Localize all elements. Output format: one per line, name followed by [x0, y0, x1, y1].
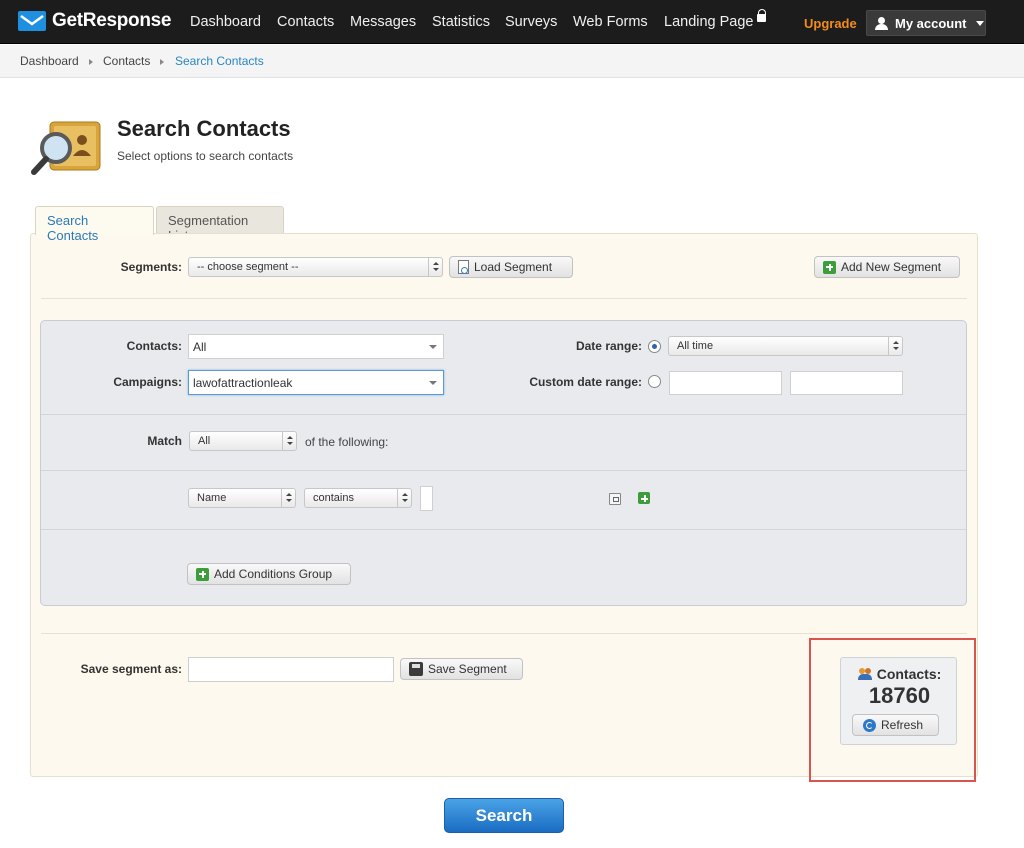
breadcrumb-separator-icon [89, 59, 93, 65]
select-arrows-icon [281, 489, 295, 507]
save-segment-button[interactable]: Save Segment [400, 658, 523, 680]
contacts-filter-label: Contacts: [126, 339, 182, 353]
condition-value-input[interactable] [420, 486, 433, 511]
chevron-down-icon [429, 381, 437, 385]
my-account-label: My account [895, 15, 967, 31]
match-suffix-text: of the following: [305, 435, 389, 449]
date-range-label: Date range: [575, 339, 642, 353]
floppy-disk-icon [409, 662, 423, 676]
breadcrumb: Dashboard Contacts Search Contacts [0, 45, 1024, 78]
contacts-count-header: Contacts: [841, 666, 958, 682]
add-new-segment-button[interactable]: Add New Segment [814, 256, 960, 278]
save-segment-label: Save segment as: [80, 662, 182, 676]
match-select[interactable]: All [189, 431, 297, 451]
page-subtitle: Select options to search contacts [117, 149, 294, 163]
contacts-people-icon [857, 667, 874, 681]
date-from-input[interactable] [669, 371, 782, 395]
contacts-count-label: Contacts: [876, 666, 942, 682]
plus-icon [196, 567, 209, 581]
breadcrumb-separator-icon [160, 59, 164, 65]
nav-landing-page[interactable]: Landing Page [664, 9, 766, 30]
breadcrumb-contacts[interactable]: Contacts [103, 54, 150, 68]
date-range-value: All time [677, 340, 714, 352]
tab-search-contacts[interactable]: Search Contacts [35, 206, 154, 243]
search-button[interactable]: Search [444, 798, 564, 833]
nav-landing-page-label: Landing Page [664, 14, 754, 30]
campaigns-combo[interactable]: lawofattractionleak [188, 370, 444, 395]
add-condition-plus-icon[interactable] [638, 492, 650, 504]
breadcrumb-dashboard[interactable]: Dashboard [20, 54, 79, 68]
date-to-input[interactable] [790, 371, 903, 395]
nav-messages[interactable]: Messages [350, 14, 416, 30]
save-segment-name-input[interactable] [188, 657, 394, 682]
match-label: Match [147, 434, 182, 448]
refresh-icon [863, 718, 876, 732]
user-icon [875, 16, 888, 30]
add-new-segment-label: Add New Segment [841, 260, 942, 274]
segment-select[interactable]: -- choose segment -- [188, 257, 443, 277]
lock-icon [756, 9, 766, 22]
campaigns-label: Campaigns: [113, 375, 182, 389]
chevron-down-icon [429, 345, 437, 349]
nav-statistics[interactable]: Statistics [432, 14, 490, 30]
address-book-search-icon [31, 121, 101, 175]
load-segment-button[interactable]: Load Segment [449, 256, 573, 278]
select-arrows-icon [888, 337, 902, 355]
match-value: All [198, 435, 211, 447]
nav-dashboard[interactable]: Dashboard [190, 14, 261, 30]
contacts-filter-value: All [193, 340, 207, 354]
chevron-down-icon [975, 20, 984, 26]
upgrade-link[interactable]: Upgrade [804, 16, 857, 31]
date-range-radio[interactable] [648, 340, 661, 353]
brand-name: GetResponse [52, 10, 172, 31]
envelope-logo-icon [18, 11, 46, 31]
my-account-button[interactable]: My account [866, 10, 986, 36]
date-range-select[interactable]: All time [668, 336, 903, 356]
section-divider [41, 529, 966, 530]
add-conditions-group-button[interactable]: Add Conditions Group [187, 563, 351, 585]
select-arrows-icon [282, 432, 296, 450]
section-divider [41, 298, 967, 299]
section-divider [41, 470, 966, 471]
conditions-box [40, 320, 967, 606]
contacts-count-box: Contacts: 18760 Refresh [840, 657, 957, 745]
condition-operator-select[interactable]: contains [304, 488, 412, 508]
nav-contacts[interactable]: Contacts [277, 14, 334, 30]
load-segment-label: Load Segment [474, 260, 553, 274]
top-nav-bar: GetResponse Dashboard Contacts Messages … [0, 0, 1024, 44]
section-divider [41, 414, 966, 415]
condition-field-value: Name [197, 492, 227, 504]
page-title: Search Contacts [117, 116, 291, 141]
save-segment-button-label: Save Segment [428, 662, 507, 676]
campaigns-value: lawofattractionleak [193, 376, 293, 390]
brand-logo[interactable]: GetResponse [18, 10, 171, 32]
refresh-button[interactable]: Refresh [852, 714, 939, 736]
plus-icon [823, 260, 836, 274]
nav-web-forms[interactable]: Web Forms [573, 14, 648, 30]
contacts-count-value: 18760 [868, 683, 931, 708]
select-arrows-icon [428, 258, 442, 276]
document-icon [458, 260, 469, 274]
refresh-label: Refresh [881, 718, 924, 732]
segment-select-value: -- choose segment -- [197, 261, 299, 273]
add-conditions-group-label: Add Conditions Group [214, 567, 333, 581]
condition-operator-value: contains [313, 492, 354, 504]
segments-label: Segments: [120, 260, 182, 274]
tab-segmentation-list[interactable]: Segmentation List [156, 206, 284, 243]
calendar-icon[interactable] [609, 493, 621, 505]
breadcrumb-search-contacts: Search Contacts [175, 54, 264, 68]
section-divider [41, 633, 967, 634]
custom-date-range-radio[interactable] [648, 375, 661, 388]
custom-date-range-label: Custom date range: [529, 375, 642, 389]
select-arrows-icon [397, 489, 411, 507]
contacts-filter-combo[interactable]: All [188, 334, 444, 359]
condition-field-select[interactable]: Name [188, 488, 296, 508]
nav-surveys[interactable]: Surveys [505, 14, 557, 30]
